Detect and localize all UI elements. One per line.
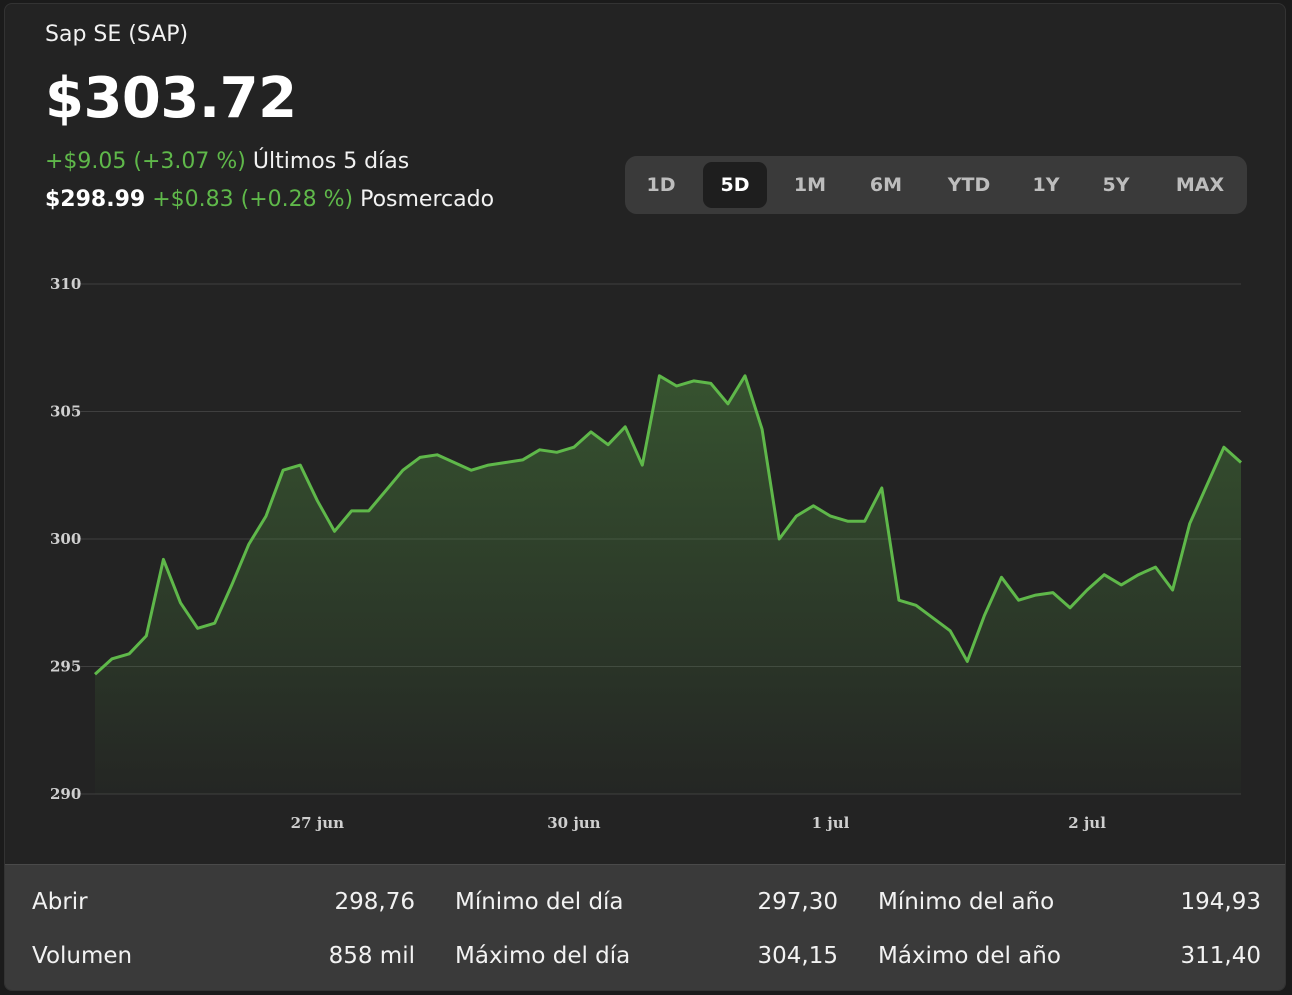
stock-title: Sap SE (SAP): [45, 22, 189, 47]
after-hours-price: $298.99: [45, 187, 146, 212]
price-chart[interactable]: 310305300295290 27 jun30 jun1 jul2 jul3 …: [5, 244, 1286, 854]
stat-label-volume: Volumen: [32, 943, 133, 969]
tab-1m[interactable]: 1M: [779, 162, 841, 208]
stat-value-day-low: 297,30: [757, 889, 838, 915]
stat-value-volume: 858 mil: [328, 943, 415, 969]
change-period: Últimos 5 días: [252, 149, 410, 174]
price-change: +$9.05 (+3.07 %): [45, 149, 246, 174]
stats-panel: Abrir 298,76 Mínimo del día 297,30 Mínim…: [5, 864, 1285, 990]
after-hours-label: Posmercado: [360, 187, 495, 212]
price-area: [95, 375, 1241, 794]
tab-5y[interactable]: 5Y: [1087, 162, 1145, 208]
after-hours-change: +$0.83 (+0.28 %): [152, 187, 354, 212]
x-tick-label: 27 jun: [291, 814, 344, 832]
tab-5d[interactable]: 5D: [703, 162, 767, 208]
tab-1d[interactable]: 1D: [633, 162, 689, 208]
change-line: +$9.05 (+3.07 %) Últimos 5 días: [45, 149, 409, 174]
x-tick-label: 30 jun: [547, 814, 600, 832]
stat-label-year-high: Máximo del año: [878, 943, 1061, 969]
stat-value-open: 298,76: [334, 889, 415, 915]
stat-label-day-low: Mínimo del día: [455, 889, 624, 915]
y-tick-label: 300: [50, 530, 81, 548]
stat-value-year-high: 311,40: [1180, 943, 1261, 969]
stat-value-year-low: 194,93: [1180, 889, 1261, 915]
y-tick-label: 310: [50, 275, 81, 293]
stock-price: $303.72: [45, 66, 297, 131]
tab-6m[interactable]: 6M: [855, 162, 917, 208]
y-tick-label: 295: [50, 658, 81, 676]
tab-max[interactable]: MAX: [1161, 162, 1239, 208]
stat-value-day-high: 304,15: [757, 943, 838, 969]
y-tick-label: 305: [50, 403, 81, 421]
x-tick-label: 2 jul: [1068, 814, 1106, 832]
y-tick-label: 290: [50, 785, 81, 803]
stat-label-day-high: Máximo del día: [455, 943, 631, 969]
stat-label-open: Abrir: [32, 889, 88, 915]
after-hours-line: $298.99 +$0.83 (+0.28 %) Posmercado: [45, 187, 494, 212]
range-tabs: 1D 5D 1M 6M YTD 1Y 5Y MAX: [625, 156, 1247, 214]
tab-1y[interactable]: 1Y: [1017, 162, 1075, 208]
x-tick-label: 1 jul: [812, 814, 850, 832]
stock-card: Sap SE (SAP) $303.72 +$9.05 (+3.07 %) Úl…: [4, 3, 1286, 991]
tab-ytd[interactable]: YTD: [935, 162, 1003, 208]
stat-label-year-low: Mínimo del año: [878, 889, 1055, 915]
